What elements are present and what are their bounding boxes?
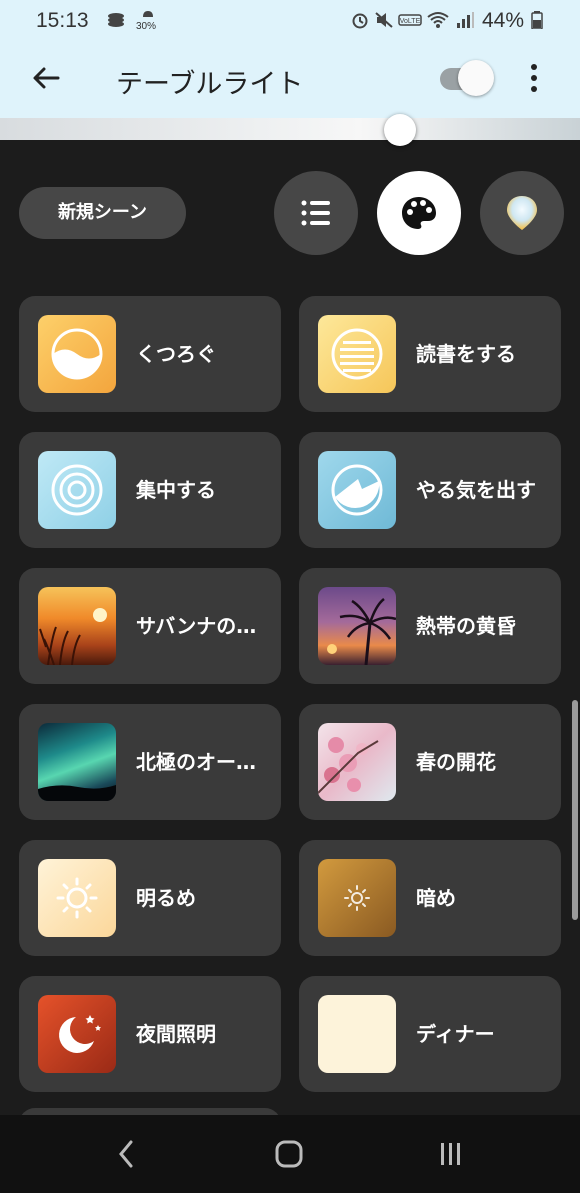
list-view-button[interactable]: [274, 171, 358, 255]
nightlight-icon: [38, 995, 116, 1073]
scene-card[interactable]: 熱帯の黄昏: [299, 568, 561, 684]
scene-card[interactable]: くつろぐ: [19, 296, 281, 412]
list-icon: [301, 200, 330, 226]
concentrate-icon: [38, 451, 116, 529]
status-bar: 15:13 30% VoLTE 44%: [0, 0, 580, 40]
read-icon: [318, 315, 396, 393]
scene-label: サバンナの…: [136, 614, 257, 638]
volte-icon: VoLTE: [398, 14, 422, 26]
status-time: 15:13: [36, 9, 89, 32]
scene-label: 読書をする: [416, 342, 516, 366]
system-nav-bar: [0, 1115, 580, 1193]
status-small-label: 30%: [136, 21, 157, 32]
battery-percent: 44%: [482, 9, 525, 32]
new-scene-button[interactable]: 新規シーン: [19, 187, 186, 239]
nav-recents-icon[interactable]: [438, 1137, 464, 1171]
relax-icon: [38, 315, 116, 393]
page-title: テーブルライト: [116, 69, 304, 100]
scene-card[interactable]: 暗め: [299, 840, 561, 956]
more-options-icon[interactable]: [524, 62, 544, 94]
svg-text:VoLTE: VoLTE: [400, 18, 421, 25]
toggle-knob: [458, 60, 494, 96]
nav-home-icon[interactable]: [274, 1137, 304, 1171]
brightness-slider-thumb[interactable]: [384, 114, 416, 146]
brightness-slider[interactable]: [0, 114, 580, 146]
scene-label: 集中する: [136, 478, 216, 502]
power-toggle[interactable]: [440, 60, 494, 96]
aurora-photo: [38, 723, 116, 801]
scene-label: 北極のオー…: [136, 750, 256, 774]
app-bar: テーブルライト: [0, 40, 580, 118]
nav-back-icon[interactable]: [116, 1137, 136, 1171]
dinner-swatch: [318, 995, 396, 1073]
scene-card[interactable]: 集中する: [19, 432, 281, 548]
scene-label: ディナー: [416, 1022, 495, 1046]
color-picker-button[interactable]: [480, 171, 564, 255]
scene-card[interactable]: やる気を出す: [299, 432, 561, 548]
alarm-icon: [352, 13, 368, 29]
scrollbar[interactable]: [572, 700, 578, 920]
scene-label: 明るめ: [136, 886, 196, 910]
signal-icon: [457, 12, 474, 28]
scene-card[interactable]: 北極のオー…: [19, 704, 281, 820]
scene-card[interactable]: 明るめ: [19, 840, 281, 956]
savanna-photo: [38, 587, 116, 665]
palette-view-button[interactable]: [377, 171, 461, 255]
mute-icon: [375, 12, 393, 28]
scene-label: 暗め: [416, 886, 456, 910]
bright-icon: [38, 859, 116, 937]
back-arrow-icon[interactable]: [30, 62, 62, 94]
energize-icon: [318, 451, 396, 529]
palette-icon: [402, 197, 436, 229]
scene-card[interactable]: 読書をする: [299, 296, 561, 412]
scene-label: くつろぐ: [136, 342, 216, 366]
spring-blossom-photo: [318, 723, 396, 801]
scene-label: 熱帯の黄昏: [416, 614, 516, 638]
scene-label: やる気を出す: [416, 478, 536, 502]
dimmed-icon: [318, 859, 396, 937]
tropical-twilight-photo: [318, 587, 396, 665]
battery-icon: [531, 11, 543, 29]
header-area: 15:13 30% VoLTE 44% テーブルライト: [0, 0, 580, 146]
scene-label: 夜間照明: [136, 1022, 216, 1046]
stack-icon: [108, 13, 124, 27]
scene-card[interactable]: ディナー: [299, 976, 561, 1092]
scene-card[interactable]: サバンナの…: [19, 568, 281, 684]
color-picker-icon: [507, 196, 537, 230]
scene-card[interactable]: 夜間照明: [19, 976, 281, 1092]
scene-label: 春の開花: [416, 750, 496, 774]
wifi-icon: [427, 12, 449, 28]
scene-card[interactable]: 春の開花: [299, 704, 561, 820]
